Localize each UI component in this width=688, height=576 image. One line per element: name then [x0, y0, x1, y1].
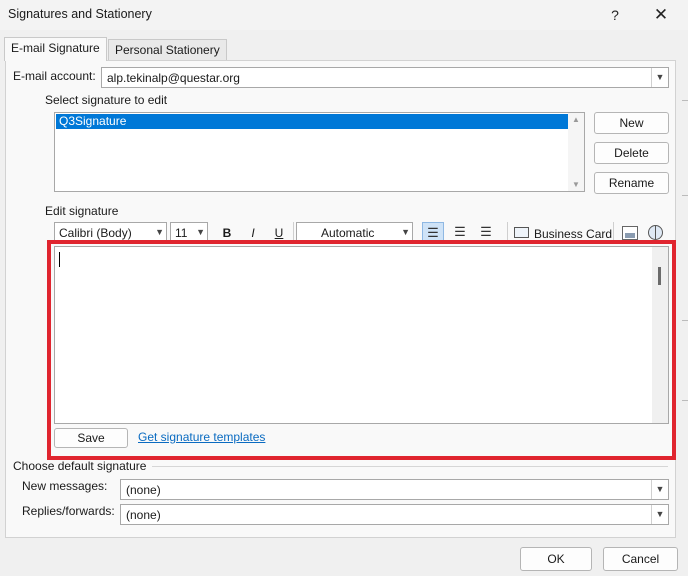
save-button[interactable]: Save — [54, 428, 128, 448]
chevron-down-icon: ▼ — [401, 227, 410, 237]
tab-personal-stationery[interactable]: Personal Stationery — [108, 39, 227, 61]
picture-icon — [625, 233, 635, 238]
chevron-down-icon: ▼ — [651, 68, 668, 87]
email-account-label: E-mail account: — [13, 69, 96, 83]
background-edge — [682, 195, 688, 196]
tab-email-signature[interactable]: E-mail Signature — [4, 37, 107, 61]
background-edge — [682, 320, 688, 321]
title-bar: Signatures and Stationery ? ✕ — [0, 0, 688, 30]
font-size-value: 11 — [175, 226, 188, 240]
ok-button[interactable]: OK — [520, 547, 592, 571]
default-signature-heading: Choose default signature — [13, 459, 147, 473]
new-messages-value: (none) — [126, 483, 161, 497]
font-value: Calibri (Body) — [59, 226, 132, 240]
list-item[interactable]: Q3Signature — [56, 114, 568, 129]
email-account-value: alp.tekinalp@questar.org — [107, 71, 240, 85]
align-right-icon: ☰ — [480, 224, 492, 239]
scroll-down-icon[interactable]: ▼ — [568, 180, 584, 189]
window-title: Signatures and Stationery — [8, 7, 152, 21]
align-left-icon: ☰ — [427, 225, 439, 240]
chevron-down-icon: ▼ — [651, 480, 668, 499]
help-button[interactable]: ? — [600, 4, 630, 26]
tab-personal-stationery-label: Personal Stationery — [115, 43, 220, 57]
chevron-down-icon: ▼ — [155, 227, 164, 237]
chevron-down-icon: ▼ — [651, 505, 668, 524]
scroll-up-icon[interactable]: ▲ — [568, 115, 584, 124]
delete-button[interactable]: Delete — [594, 142, 669, 164]
hyperlink-button[interactable] — [648, 225, 663, 240]
replies-forwards-label: Replies/forwards: — [22, 504, 115, 518]
rename-button[interactable]: Rename — [594, 172, 669, 194]
email-account-select[interactable]: alp.tekinalp@questar.org ▼ — [101, 67, 669, 88]
section-divider — [152, 466, 668, 467]
select-signature-label: Select signature to edit — [45, 93, 168, 107]
signature-list[interactable]: Q3Signature ▲ ▼ — [54, 112, 585, 192]
new-messages-label: New messages: — [22, 479, 108, 493]
highlight-box — [47, 240, 676, 460]
signature-templates-link[interactable]: Get signature templates — [138, 430, 265, 444]
insert-picture-button[interactable] — [622, 226, 638, 240]
edit-signature-label: Edit signature — [45, 204, 119, 218]
close-button[interactable]: ✕ — [646, 4, 676, 26]
replies-forwards-select[interactable]: (none) ▼ — [120, 504, 669, 525]
globe-icon — [655, 226, 656, 239]
replies-forwards-value: (none) — [126, 508, 161, 522]
align-center-icon: ☰ — [454, 224, 466, 239]
signature-list-scrollbar[interactable]: ▲ ▼ — [568, 113, 584, 191]
font-color-value: Automatic — [321, 226, 375, 240]
tab-email-signature-label: E-mail Signature — [11, 41, 100, 55]
business-card-icon — [514, 227, 529, 238]
business-card-label: Business Card — [534, 227, 613, 241]
background-edge — [682, 100, 688, 101]
chevron-down-icon: ▼ — [196, 227, 205, 237]
new-button[interactable]: New — [594, 112, 669, 134]
new-messages-select[interactable]: (none) ▼ — [120, 479, 669, 500]
background-edge — [682, 400, 688, 401]
cancel-button[interactable]: Cancel — [603, 547, 678, 571]
